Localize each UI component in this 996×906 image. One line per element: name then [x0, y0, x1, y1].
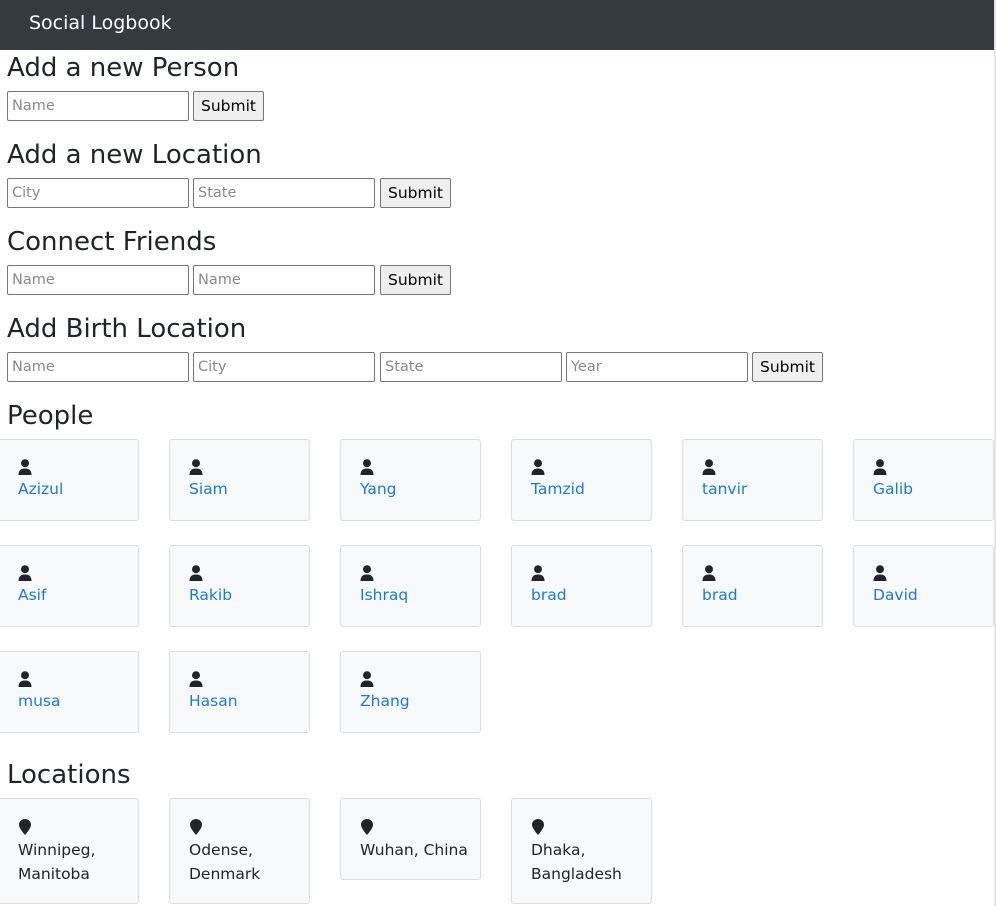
- person-link[interactable]: Zhang: [360, 692, 410, 710]
- person-card: Asif: [0, 545, 139, 627]
- person-card: Yang: [340, 439, 481, 521]
- connect-friends-heading: Connect Friends: [7, 227, 217, 257]
- location-card: Wuhan, China: [340, 798, 481, 880]
- person-icon: [531, 459, 545, 477]
- location-card: Dhaka, Bangladesh: [511, 798, 652, 904]
- location-city-input[interactable]: [7, 178, 189, 208]
- person-icon: [531, 565, 545, 583]
- birth-location-submit-button[interactable]: Submit: [752, 352, 823, 382]
- person-icon: [702, 459, 716, 477]
- person-card: brad: [511, 545, 652, 627]
- add-location-heading: Add a new Location: [7, 140, 262, 170]
- person-card: Rakib: [169, 545, 310, 627]
- brand-title[interactable]: Social Logbook: [29, 12, 172, 34]
- person-icon: [18, 671, 32, 689]
- person-link[interactable]: Hasan: [189, 692, 238, 710]
- person-card: musa: [0, 651, 139, 733]
- friend-name-input-2[interactable]: [193, 265, 375, 295]
- location-card: Winnipeg, Manitoba: [0, 798, 139, 904]
- person-link[interactable]: Azizul: [18, 480, 63, 498]
- person-link[interactable]: Tamzid: [531, 480, 585, 498]
- person-card: Tamzid: [511, 439, 652, 521]
- map-pin-icon: [18, 818, 32, 836]
- birth-name-input[interactable]: [7, 352, 189, 382]
- add-location-submit-button[interactable]: Submit: [380, 178, 451, 208]
- person-card: brad: [682, 545, 823, 627]
- person-icon: [360, 671, 374, 689]
- person-icon: [702, 565, 716, 583]
- location-card: Odense, Denmark: [169, 798, 310, 904]
- friend-name-input-1[interactable]: [7, 265, 189, 295]
- person-link[interactable]: David: [873, 586, 918, 604]
- person-icon: [360, 565, 374, 583]
- add-person-submit-button[interactable]: Submit: [193, 91, 264, 121]
- person-card: David: [853, 545, 994, 627]
- person-link[interactable]: musa: [18, 692, 61, 710]
- location-label: Wuhan, China: [360, 841, 468, 859]
- person-name-input[interactable]: [7, 91, 189, 121]
- person-card: Galib: [853, 439, 994, 521]
- person-link[interactable]: Asif: [18, 586, 46, 604]
- person-link[interactable]: Rakib: [189, 586, 232, 604]
- person-icon: [873, 459, 887, 477]
- person-icon: [189, 459, 203, 477]
- person-card: Zhang: [340, 651, 481, 733]
- person-link[interactable]: tanvir: [702, 480, 747, 498]
- person-card: Ishraq: [340, 545, 481, 627]
- map-pin-icon: [189, 818, 203, 836]
- birth-city-input[interactable]: [193, 352, 375, 382]
- navbar: Social Logbook: [0, 0, 994, 50]
- location-label: Winnipeg, Manitoba: [18, 841, 96, 883]
- person-icon: [873, 565, 887, 583]
- location-state-input[interactable]: [193, 178, 375, 208]
- person-icon: [18, 459, 32, 477]
- location-label: Dhaka, Bangladesh: [531, 841, 622, 883]
- person-card: Azizul: [0, 439, 139, 521]
- birth-state-input[interactable]: [380, 352, 562, 382]
- person-icon: [18, 565, 32, 583]
- locations-heading: Locations: [7, 760, 131, 790]
- person-icon: [360, 459, 374, 477]
- person-card: Hasan: [169, 651, 310, 733]
- person-card: Siam: [169, 439, 310, 521]
- person-link[interactable]: Galib: [873, 480, 913, 498]
- person-icon: [189, 671, 203, 689]
- add-person-heading: Add a new Person: [7, 53, 240, 83]
- person-link[interactable]: Yang: [360, 480, 397, 498]
- person-icon: [189, 565, 203, 583]
- birth-year-input[interactable]: [566, 352, 748, 382]
- person-link[interactable]: Ishraq: [360, 586, 408, 604]
- person-link[interactable]: brad: [531, 586, 567, 604]
- person-link[interactable]: Siam: [189, 480, 228, 498]
- person-link[interactable]: brad: [702, 586, 738, 604]
- map-pin-icon: [531, 818, 545, 836]
- birth-location-heading: Add Birth Location: [7, 314, 247, 344]
- connect-friends-submit-button[interactable]: Submit: [380, 265, 451, 295]
- location-label: Odense, Denmark: [189, 841, 261, 883]
- map-pin-icon: [360, 818, 374, 836]
- people-heading: People: [7, 401, 94, 431]
- person-card: tanvir: [682, 439, 823, 521]
